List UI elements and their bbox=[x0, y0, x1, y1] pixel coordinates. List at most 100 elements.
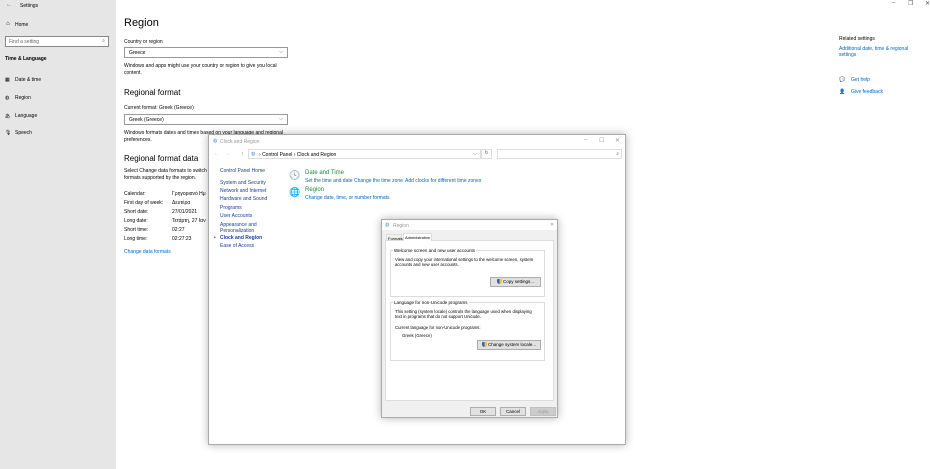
calendar-icon: ▦ bbox=[5, 77, 10, 83]
refresh-button[interactable]: ↻ bbox=[481, 149, 492, 159]
apply-button[interactable]: Apply bbox=[530, 407, 556, 416]
country-dropdown[interactable]: Greece ⌵ bbox=[124, 47, 288, 58]
search-control-panel-input[interactable]: ⌕ bbox=[497, 149, 622, 159]
search-placeholder: Find a setting bbox=[9, 39, 40, 45]
tab-administrative[interactable]: Administrative bbox=[403, 233, 432, 241]
address-bar[interactable]: ◍ › Control Panel › Clock and Region ⌵ bbox=[248, 149, 481, 159]
language-icon: あ bbox=[5, 114, 11, 120]
current-language-value: Greek (Greece) bbox=[402, 333, 432, 338]
additional-settings-link[interactable]: settings bbox=[839, 52, 856, 58]
format-data-value: Δευτέρα bbox=[172, 200, 191, 206]
region-dialog: ◍ Region ✕ Formats Administrative Welcom… bbox=[381, 219, 558, 418]
restore-button[interactable]: ❐ bbox=[908, 0, 913, 7]
search-icon: ⌕ bbox=[616, 151, 619, 157]
format-data-key: Long date: bbox=[124, 218, 148, 224]
country-label: Country or region bbox=[124, 39, 163, 45]
button-label: Copy settings... bbox=[502, 279, 534, 284]
shield-icon bbox=[496, 279, 502, 285]
cp-nav-item[interactable]: Network and Internet bbox=[220, 188, 266, 194]
cp-nav-item[interactable]: System and Security bbox=[220, 180, 266, 186]
cp-nav-item[interactable]: User Accounts bbox=[220, 213, 252, 219]
group-title: Language for non-Unicode programs bbox=[393, 300, 469, 305]
change-time-zone-link[interactable]: Change the time zone bbox=[354, 178, 403, 184]
up-button[interactable]: ↑ bbox=[241, 151, 244, 157]
minimize-button[interactable]: – bbox=[892, 0, 895, 6]
search-icon: ⌕ bbox=[102, 38, 105, 44]
ok-button[interactable]: OK bbox=[470, 407, 496, 416]
country-desc: content. bbox=[124, 70, 142, 76]
minimize-button[interactable]: – bbox=[584, 137, 587, 143]
format-dropdown[interactable]: Greek (Greece) ⌵ bbox=[124, 114, 288, 125]
nav-home[interactable]: Home bbox=[15, 22, 28, 28]
sidebar-item-label: Date & time bbox=[15, 77, 42, 83]
control-panel-icon: ◍ bbox=[213, 138, 218, 144]
globe-icon: 🌐 bbox=[289, 187, 301, 197]
format-data-key: Short time: bbox=[124, 227, 149, 233]
add-clocks-link[interactable]: Add clocks for different time zones bbox=[405, 178, 481, 184]
tab-formats[interactable]: Formats bbox=[386, 234, 403, 241]
format-desc: preferences. bbox=[124, 137, 152, 143]
sidebar-item-language[interactable]: あ Language bbox=[5, 113, 37, 120]
chevron-down-icon: ⌵ bbox=[279, 49, 283, 55]
current-language-label: Current language for non-Unicode program… bbox=[395, 325, 481, 330]
chevron-down-icon[interactable]: ⌵ bbox=[473, 151, 477, 157]
tab-label: Administrative bbox=[405, 235, 431, 240]
maximize-button[interactable]: ☐ bbox=[599, 137, 604, 144]
regional-format-heading: Regional format bbox=[124, 88, 181, 97]
chevron-down-icon: ⌵ bbox=[279, 116, 283, 122]
button-label: Change system locale... bbox=[487, 342, 537, 347]
cp-nav-item[interactable]: Hardware and Sound bbox=[220, 196, 267, 202]
forward-button[interactable]: → bbox=[225, 151, 230, 157]
get-help-link[interactable]: Get help bbox=[851, 77, 870, 83]
feedback-icon: 👤 bbox=[839, 89, 846, 95]
format-data-value: 27/01/2021 bbox=[172, 209, 198, 215]
give-feedback-link[interactable]: Give feedback bbox=[851, 89, 883, 95]
format-data-key: Long time: bbox=[124, 236, 148, 242]
close-button[interactable]: ✕ bbox=[925, 0, 930, 7]
cp-nav-item[interactable]: Programs bbox=[220, 205, 242, 211]
cp-nav-item[interactable]: Ease of Access bbox=[220, 243, 254, 249]
data-desc: Select Change data formats to switch bbox=[124, 168, 207, 174]
close-button[interactable]: ✕ bbox=[615, 137, 620, 144]
related-settings-title: Related settings bbox=[839, 36, 875, 42]
copy-settings-button[interactable]: Copy settings... bbox=[490, 277, 541, 287]
globe-icon: ◍ bbox=[5, 95, 10, 101]
dialog-title: Region bbox=[393, 223, 409, 229]
settings-sidebar bbox=[0, 0, 116, 469]
format-value: Greek (Greece) bbox=[129, 117, 164, 123]
crumb-clock-region[interactable]: Clock and Region bbox=[297, 152, 336, 158]
close-button[interactable]: ✕ bbox=[550, 222, 554, 228]
tab-label: Formats bbox=[388, 236, 403, 241]
clock-icon: 🕓 bbox=[289, 170, 301, 180]
sidebar-item-label: Speech bbox=[15, 130, 32, 136]
change-formats-link[interactable]: Change date, time, or number formats bbox=[305, 195, 390, 201]
change-data-formats-link[interactable]: Change data formats bbox=[124, 249, 171, 255]
region-heading[interactable]: Region bbox=[305, 187, 324, 193]
back-arrow-icon[interactable]: ← bbox=[6, 2, 12, 8]
cp-nav-item[interactable]: Personalization bbox=[220, 228, 254, 234]
sidebar-item-date-time[interactable]: ▦ Date & time bbox=[5, 77, 41, 83]
format-data-key: Calendar: bbox=[124, 191, 146, 197]
crumb-control-panel[interactable]: Control Panel bbox=[262, 152, 292, 158]
sidebar-item-region[interactable]: ◍ Region bbox=[5, 95, 31, 101]
group-text: text in programs that do not support Uni… bbox=[395, 314, 481, 319]
cancel-button[interactable]: Cancel bbox=[500, 407, 526, 416]
current-bullet: • bbox=[214, 235, 216, 241]
sidebar-item-speech[interactable]: 🎙 Speech bbox=[5, 130, 32, 136]
microphone-icon: 🎙 bbox=[5, 130, 12, 136]
back-button[interactable]: ← bbox=[214, 151, 219, 157]
cp-nav-item[interactable]: Clock and Region bbox=[220, 235, 262, 241]
change-system-locale-button[interactable]: Change system locale... bbox=[477, 340, 541, 350]
breadcrumb: › Control Panel › Clock and Region bbox=[259, 152, 337, 158]
cp-nav-item[interactable]: Control Panel Home bbox=[220, 168, 265, 174]
group-text: accounts and new user accounts. bbox=[395, 262, 459, 267]
sidebar-item-label: Language bbox=[15, 113, 38, 119]
non-unicode-group: Language for non-Unicode programs This s… bbox=[390, 300, 545, 361]
search-input[interactable]: Find a setting ⌕ bbox=[5, 36, 109, 47]
control-panel-icon: ◍ bbox=[251, 151, 256, 157]
sidebar-item-label: Region bbox=[15, 95, 31, 101]
set-time-link[interactable]: Set the time and date bbox=[305, 178, 353, 184]
settings-title: Settings bbox=[20, 3, 39, 9]
date-time-heading[interactable]: Date and Time bbox=[305, 170, 344, 176]
country-desc: Windows and apps might use your country … bbox=[124, 63, 277, 69]
